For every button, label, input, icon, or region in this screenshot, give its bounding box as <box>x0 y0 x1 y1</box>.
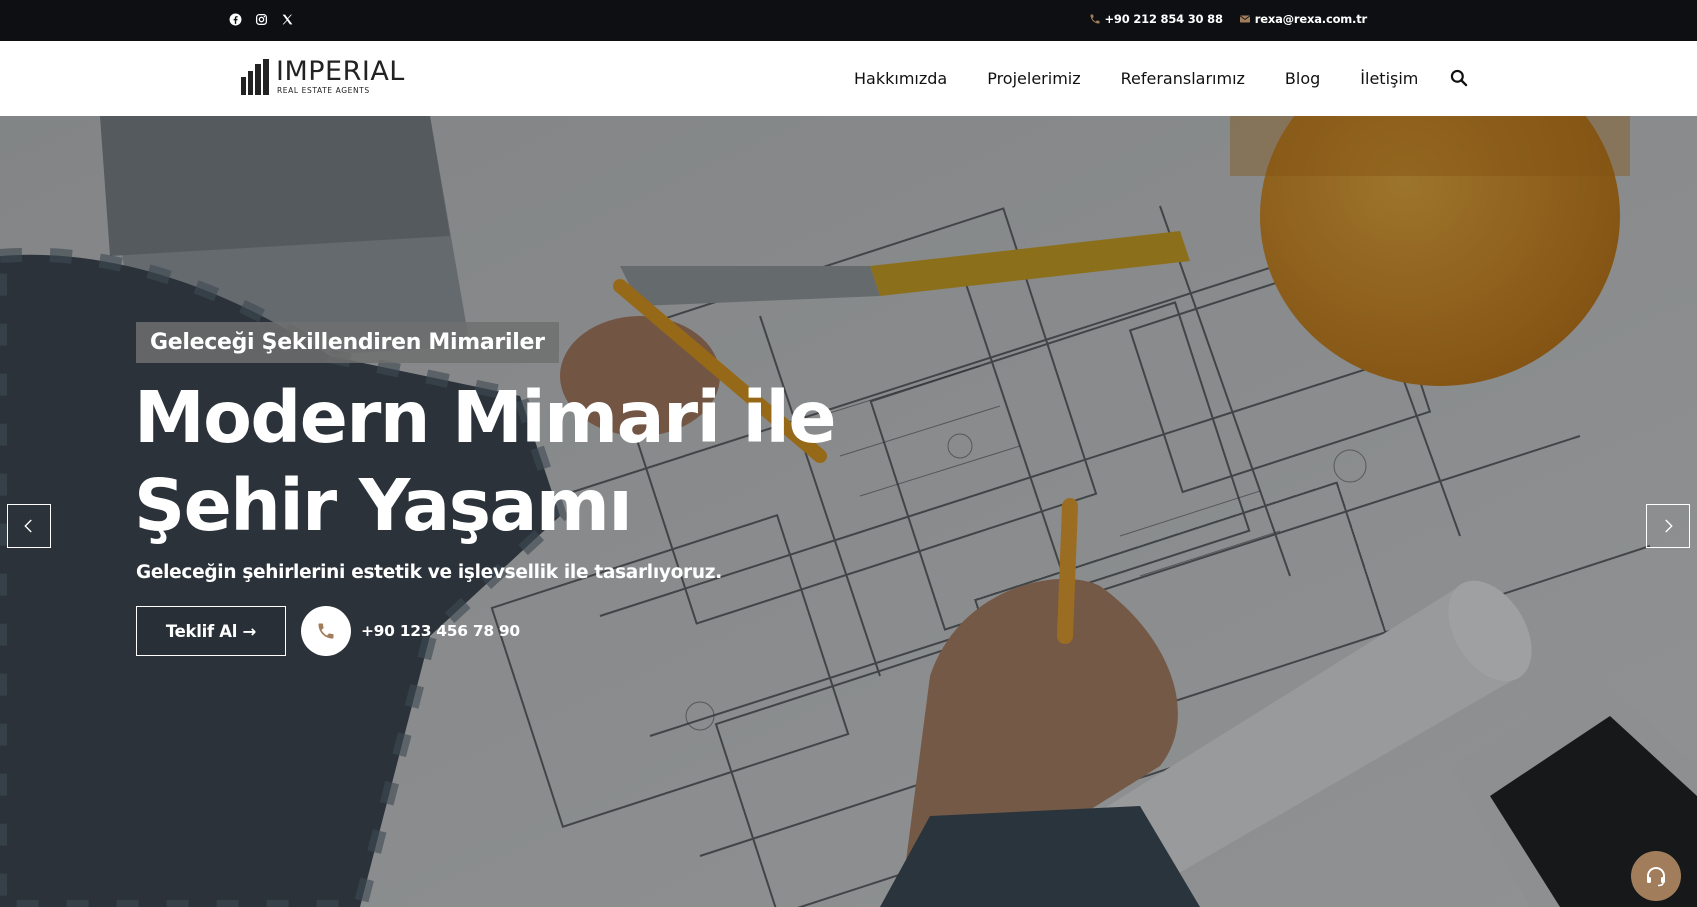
slider-prev-button[interactable] <box>7 504 51 548</box>
headset-icon <box>1647 867 1665 887</box>
nav-item-projelerimiz[interactable]: Projelerimiz <box>987 69 1080 88</box>
social-links <box>228 12 294 26</box>
phone-icon <box>318 623 334 639</box>
top-contact: +90 212 854 30 88 rexa@rexa.com.tr <box>1089 12 1367 26</box>
site-logo[interactable]: IMPERIAL REAL ESTATE AGENTS <box>240 56 405 95</box>
hero-title-line-1: Modern Mimari ile <box>134 376 836 459</box>
hero-phone-button[interactable] <box>301 606 351 656</box>
main-navbar: IMPERIAL REAL ESTATE AGENTS Hakkımızda P… <box>0 41 1697 116</box>
top-bar: +90 212 854 30 88 rexa@rexa.com.tr <box>0 0 1697 41</box>
hero-kicker: Geleceği Şekillendiren Mimariler <box>136 322 559 363</box>
x-icon[interactable] <box>280 12 294 26</box>
brand-name: IMPERIAL <box>276 56 405 87</box>
nav-item-blog[interactable]: Blog <box>1285 69 1320 88</box>
hero-phone-number[interactable]: +90 123 456 78 90 <box>361 622 520 640</box>
mail-icon <box>1239 15 1250 23</box>
quote-button[interactable]: Teklif Al → <box>136 606 286 656</box>
support-chat-button[interactable] <box>1631 851 1681 901</box>
buildings-logo-icon <box>241 59 269 95</box>
hero-slider: Geleceği Şekillendiren Mimariler Modern … <box>0 116 1697 907</box>
nav-item-hakkimizda[interactable]: Hakkımızda <box>854 69 947 88</box>
top-email[interactable]: rexa@rexa.com.tr <box>1239 12 1367 26</box>
brand-tagline: REAL ESTATE AGENTS <box>277 86 370 95</box>
nav-item-referanslarimiz[interactable]: Referanslarımız <box>1121 69 1245 88</box>
instagram-icon[interactable] <box>254 12 268 26</box>
slider-next-button[interactable] <box>1646 504 1690 548</box>
top-email-text: rexa@rexa.com.tr <box>1254 12 1367 26</box>
search-icon[interactable] <box>1449 68 1469 88</box>
phone-icon <box>1090 14 1099 24</box>
nav-item-iletisim[interactable]: İletişim <box>1360 69 1418 88</box>
top-phone[interactable]: +90 212 854 30 88 <box>1089 12 1223 26</box>
facebook-icon[interactable] <box>228 12 242 26</box>
hero-title-line-2: Şehir Yaşamı <box>134 464 633 547</box>
chevron-left-icon <box>24 519 32 533</box>
chevron-right-icon <box>1665 519 1673 533</box>
top-phone-text: +90 212 854 30 88 <box>1104 12 1223 26</box>
hero-title: Modern Mimari ile Şehir Yaşamı <box>134 374 836 550</box>
hero-subtitle: Geleceğin şehirlerini estetik ve işlevse… <box>136 562 722 583</box>
primary-nav: Hakkımızda Projelerimiz Referanslarımız … <box>854 69 1458 88</box>
